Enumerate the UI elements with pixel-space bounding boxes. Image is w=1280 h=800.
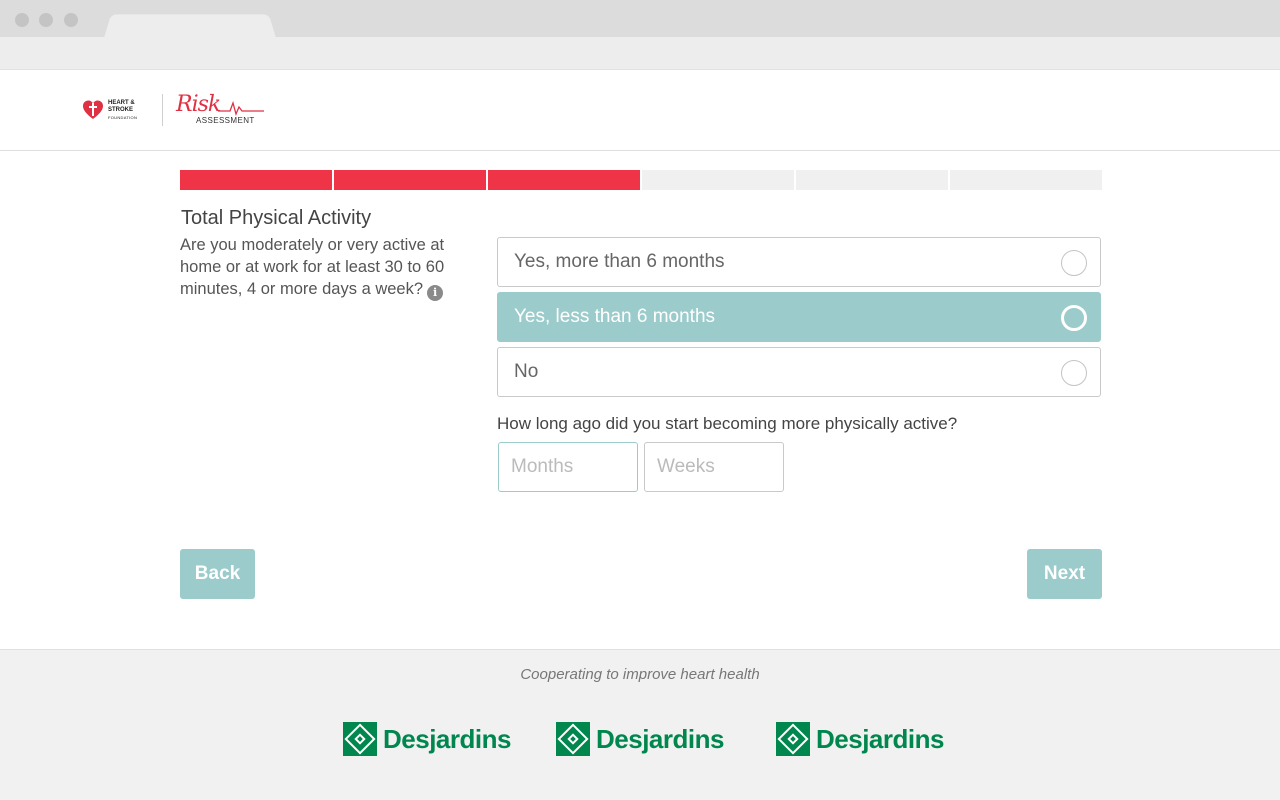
footer-tagline: Cooperating to improve heart health	[520, 666, 760, 683]
back-button[interactable]: Back	[180, 549, 255, 599]
option-label: No	[514, 361, 539, 382]
progress-bar	[180, 170, 1102, 190]
partner-name: Desjardins	[383, 723, 511, 754]
heart-and-stroke-logo[interactable]: HEART & STROKE FOUNDATION	[82, 96, 148, 124]
partner-logo-desjardins[interactable]: Desjardins	[776, 721, 944, 757]
partner-logo-desjardins[interactable]: Desjardins	[343, 721, 511, 757]
option-label: Yes, less than 6 months	[514, 306, 716, 327]
risk-logo-sub: ASSESSMENT	[196, 116, 255, 125]
question-text: Are you moderately or very active at hom…	[180, 234, 470, 301]
next-button[interactable]: Next	[1027, 549, 1102, 599]
browser-chrome	[0, 0, 1280, 38]
heart-icon	[83, 100, 103, 119]
weeks-input[interactable]	[644, 442, 784, 492]
progress-segment-6	[950, 170, 1102, 190]
radio-button[interactable]	[1061, 250, 1087, 276]
radio-button[interactable]	[1061, 360, 1087, 386]
followup-question: How long ago did you start becoming more…	[497, 414, 958, 433]
window-minimize-dot[interactable]	[39, 13, 53, 27]
window-maximize-dot[interactable]	[64, 13, 78, 27]
partner-logo-desjardins[interactable]: Desjardins	[556, 721, 724, 757]
browser-toolbar	[0, 37, 1280, 70]
option-yes-more-than-6-months[interactable]: Yes, more than 6 months	[497, 237, 1101, 287]
radio-button-selected[interactable]	[1061, 305, 1087, 331]
progress-segment-5	[796, 170, 948, 190]
partner-name: Desjardins	[596, 723, 724, 754]
progress-segment-3	[488, 170, 640, 190]
hs-logo-text: HEART & STROKE FOUNDATION	[108, 99, 138, 120]
option-no[interactable]: No	[497, 347, 1101, 397]
risk-assessment-logo[interactable]: Risk ASSESSMENT	[176, 92, 266, 128]
option-label: Yes, more than 6 months	[514, 251, 725, 272]
progress-segment-2	[334, 170, 486, 190]
browser-tab[interactable]	[104, 14, 276, 38]
heartbeat-line-icon	[218, 100, 264, 116]
progress-segment-1	[180, 170, 332, 190]
partner-name: Desjardins	[816, 723, 944, 754]
option-yes-less-than-6-months[interactable]: Yes, less than 6 months	[497, 292, 1101, 342]
site-header: HEART & STROKE FOUNDATION Risk ASSESSMEN…	[0, 70, 1280, 151]
question-text-body: Are you moderately or very active at hom…	[180, 236, 445, 298]
info-icon[interactable]: i	[427, 285, 444, 301]
question-title: Total Physical Activity	[181, 207, 372, 229]
months-input[interactable]	[498, 442, 638, 492]
site-footer: Cooperating to improve heart health Desj…	[0, 649, 1280, 800]
desjardins-mark-icon	[556, 722, 590, 756]
desjardins-mark-icon	[776, 722, 810, 756]
risk-logo-word: Risk	[176, 92, 221, 117]
desjardins-mark-icon	[343, 722, 377, 756]
logo-divider	[162, 94, 163, 126]
window-close-dot[interactable]	[15, 13, 29, 27]
progress-segment-4	[642, 170, 794, 190]
